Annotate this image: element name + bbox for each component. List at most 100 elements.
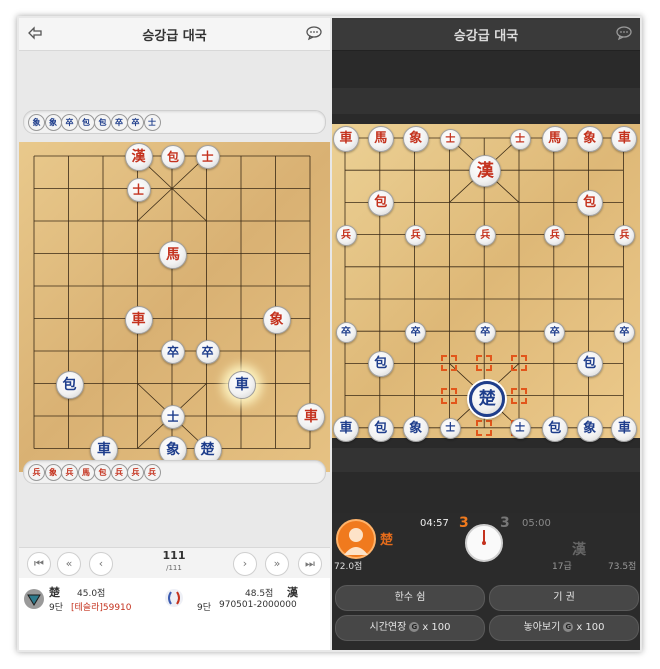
janggi-board-review[interactable]: 漢包士士馬車象卒卒包車士車車象楚 bbox=[19, 142, 330, 472]
red-piece[interactable]: 包 bbox=[367, 190, 394, 217]
forward-ten-button[interactable]: » bbox=[265, 552, 289, 576]
page-title: 승강급 대국 bbox=[453, 29, 519, 44]
chat-icon[interactable] bbox=[616, 25, 632, 41]
time-extension-button[interactable]: 시간연장 Gx 100 bbox=[335, 615, 485, 641]
blue-piece[interactable]: 卒 bbox=[195, 340, 220, 364]
player1-name: [테슬라]59910 bbox=[71, 603, 132, 613]
opponent-time: 05:00 bbox=[522, 518, 551, 529]
red-piece[interactable]: 象 bbox=[402, 126, 429, 152]
review-panel: 승강급 대국 象象卒包包卒卒士 漢包士士馬車象卒卒包車士車車象楚 兵象兵馬包兵兵… bbox=[19, 18, 330, 650]
captured-piece: 兵 bbox=[127, 464, 144, 481]
red-piece[interactable]: 馬 bbox=[541, 126, 568, 152]
red-piece[interactable]: 車 bbox=[124, 305, 153, 334]
blue-piece[interactable]: 包 bbox=[55, 370, 84, 399]
red-piece[interactable]: 士 bbox=[126, 177, 151, 202]
move-target-marker[interactable] bbox=[476, 419, 493, 436]
swap-icon[interactable] bbox=[164, 588, 184, 608]
player1-score: 45.0점 bbox=[77, 589, 106, 599]
blue-piece[interactable]: 象 bbox=[576, 415, 603, 442]
player2-rank: 9단 bbox=[197, 603, 212, 613]
total-moves: /111 bbox=[166, 564, 182, 572]
move-target-marker[interactable] bbox=[441, 387, 458, 404]
captured-pieces-top: 象象卒包包卒卒士 bbox=[23, 110, 326, 134]
red-piece[interactable]: 象 bbox=[262, 305, 291, 334]
back-ten-button[interactable]: « bbox=[57, 552, 81, 576]
user-avatar-icon bbox=[344, 528, 368, 555]
resign-button[interactable]: 기 권 bbox=[489, 585, 639, 611]
red-piece[interactable]: 馬 bbox=[367, 126, 394, 152]
move-navigation: ⏮ « ‹ 111 /111 › » ⏭ bbox=[19, 547, 330, 578]
captured-piece: 卒 bbox=[61, 114, 78, 131]
blue-piece[interactable]: 包 bbox=[367, 415, 394, 442]
captured-piece: 象 bbox=[44, 464, 62, 481]
red-piece[interactable]: 包 bbox=[576, 190, 603, 217]
right-header: 승강급 대국 bbox=[332, 18, 640, 51]
left-header: 승강급 대국 bbox=[19, 18, 330, 51]
red-piece[interactable]: 車 bbox=[297, 403, 325, 431]
blue-piece[interactable]: 卒 bbox=[161, 340, 185, 364]
blue-piece[interactable]: 卒 bbox=[335, 321, 357, 343]
captured-piece: 包 bbox=[94, 464, 111, 481]
captured-piece: 象 bbox=[28, 114, 45, 131]
blue-piece[interactable]: 卒 bbox=[474, 321, 496, 343]
blue-piece[interactable]: 包 bbox=[541, 415, 568, 442]
red-piece[interactable]: 象 bbox=[576, 126, 603, 152]
blue-piece[interactable]: 卒 bbox=[613, 321, 635, 343]
time-extension-cost: x 100 bbox=[422, 622, 451, 633]
captured-piece: 卒 bbox=[127, 114, 144, 131]
red-piece[interactable]: 漢 bbox=[124, 143, 153, 171]
my-time: 04:57 bbox=[420, 518, 449, 529]
red-piece[interactable]: 包 bbox=[161, 145, 185, 169]
captured-piece: 兵 bbox=[110, 464, 128, 481]
captured-piece: 兵 bbox=[143, 464, 161, 481]
red-piece[interactable]: 兵 bbox=[474, 225, 496, 247]
gold-coin-icon: G bbox=[409, 622, 420, 632]
red-piece[interactable]: 士 bbox=[195, 145, 220, 169]
captured-pieces-bottom: 兵象兵馬包兵兵兵 bbox=[23, 460, 326, 484]
blue-piece[interactable]: 包 bbox=[367, 351, 394, 378]
chat-icon[interactable] bbox=[306, 25, 322, 41]
red-piece[interactable]: 馬 bbox=[159, 240, 187, 269]
placement-preview-cost: x 100 bbox=[576, 622, 605, 633]
blue-piece[interactable]: 士 bbox=[509, 418, 531, 440]
red-piece[interactable]: 兵 bbox=[613, 225, 635, 247]
move-target-marker[interactable] bbox=[441, 355, 458, 372]
player2-side: 漢 bbox=[287, 586, 298, 599]
current-move-number: 111 bbox=[162, 549, 186, 562]
red-piece[interactable]: 車 bbox=[333, 126, 359, 152]
next-move-button[interactable]: › bbox=[233, 552, 257, 576]
captured-strip-top bbox=[332, 88, 640, 114]
blue-piece[interactable]: 楚 bbox=[469, 380, 506, 417]
first-move-button[interactable]: ⏮ bbox=[27, 552, 51, 576]
placement-preview-button[interactable]: 놓아보기 Gx 100 bbox=[489, 615, 639, 641]
janggi-board-live[interactable]: 車馬象士士馬象車漢包包兵兵兵兵兵卒卒卒卒卒包包楚車包象士士包象車 bbox=[332, 124, 640, 442]
move-target-marker[interactable] bbox=[476, 355, 493, 372]
blue-piece[interactable]: 車 bbox=[333, 415, 359, 442]
blue-piece[interactable]: 卒 bbox=[544, 321, 566, 343]
red-piece[interactable]: 兵 bbox=[335, 225, 357, 247]
blue-piece[interactable]: 卒 bbox=[405, 321, 427, 343]
game-controls: 楚 72.0점 04:57 3 3 05:00 漢 17급 73.5점 한수 쉼… bbox=[332, 513, 640, 650]
captured-piece: 卒 bbox=[110, 114, 128, 131]
my-score: 72.0점 bbox=[334, 562, 363, 572]
captured-piece: 兵 bbox=[61, 464, 78, 481]
red-piece[interactable]: 士 bbox=[439, 128, 461, 150]
blue-piece[interactable]: 車 bbox=[611, 415, 638, 442]
move-counter: 111 /111 bbox=[149, 550, 199, 574]
red-piece[interactable]: 士 bbox=[509, 128, 531, 150]
players-info: 楚 45.0점 9단 [테슬라]59910 48.5점 漢 9단 970501-… bbox=[19, 578, 330, 650]
page-title: 승강급 대국 bbox=[142, 29, 207, 44]
move-target-marker[interactable] bbox=[511, 387, 527, 404]
blue-piece[interactable]: 象 bbox=[402, 415, 429, 442]
player2-score: 48.5점 bbox=[245, 589, 274, 599]
last-move-button[interactable]: ⏭ bbox=[298, 552, 322, 576]
opponent-side: 漢 bbox=[572, 542, 586, 558]
blue-piece[interactable]: 包 bbox=[576, 351, 603, 378]
previous-move-button[interactable]: ‹ bbox=[89, 552, 113, 576]
move-target-marker[interactable] bbox=[511, 355, 527, 372]
blue-piece[interactable]: 車 bbox=[228, 370, 256, 399]
pass-turn-button[interactable]: 한수 쉼 bbox=[335, 585, 485, 611]
blue-piece[interactable]: 士 bbox=[161, 405, 185, 429]
gold-coin-icon: G bbox=[563, 622, 574, 632]
opponent-byoyomi-count: 3 bbox=[500, 515, 510, 531]
